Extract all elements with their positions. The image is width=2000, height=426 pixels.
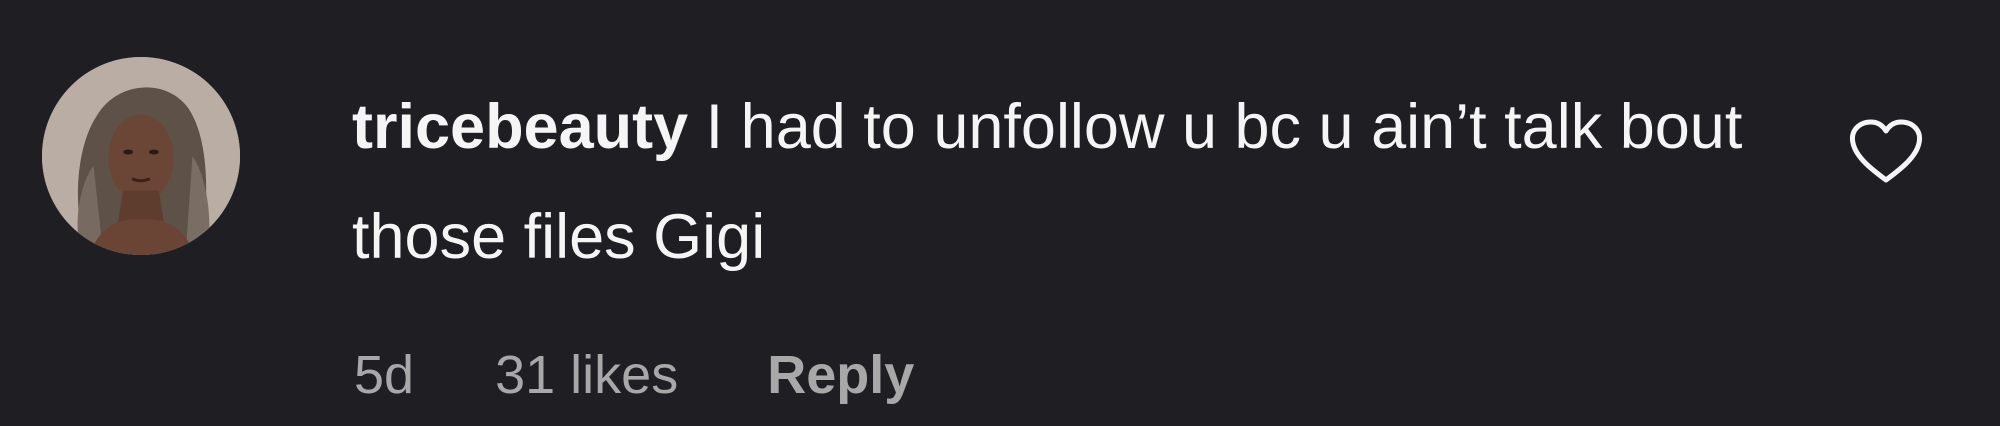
username-link[interactable]: tricebeauty	[352, 92, 688, 162]
likes-count[interactable]: 31 likes	[495, 340, 678, 410]
comment-item: tricebeauty I had to unfollow u bc u ain…	[0, 0, 2000, 426]
timestamp: 5d	[354, 345, 415, 405]
comment-body: tricebeauty I had to unfollow u bc u ain…	[352, 72, 1752, 292]
avatar[interactable]	[42, 57, 240, 255]
comment-meta: 5d 31 likes Reply	[354, 340, 914, 410]
profile-photo	[42, 57, 240, 255]
reply-button[interactable]: Reply	[767, 340, 914, 410]
like-button[interactable]	[1848, 118, 1924, 186]
heart-outline-icon	[1849, 119, 1923, 183]
